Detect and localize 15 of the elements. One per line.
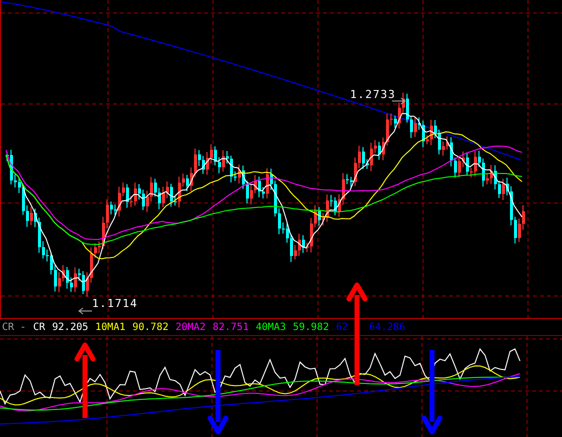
indicator-value: 82.751 — [212, 322, 249, 332]
leader-line — [392, 97, 406, 105]
indicator-name: 62 — [336, 322, 348, 332]
indicator-name: 20MA2 — [176, 322, 206, 332]
low-price-label: 1.1714 — [92, 297, 138, 310]
indicator-name: CR — [33, 322, 46, 332]
indicator-value: 92.205 — [52, 322, 88, 332]
leader-line — [78, 307, 92, 315]
indicator-value: 59.982 — [292, 322, 329, 332]
indicator-value: 90.782 — [132, 322, 168, 332]
indicator-value: 64.286 — [369, 322, 406, 332]
high-price-label: 1.2733 — [350, 88, 396, 101]
indicator-name: 10MA1 — [95, 322, 126, 332]
indicator-name: 40MA3 — [256, 322, 286, 332]
indicator-name: CR - — [2, 322, 26, 332]
